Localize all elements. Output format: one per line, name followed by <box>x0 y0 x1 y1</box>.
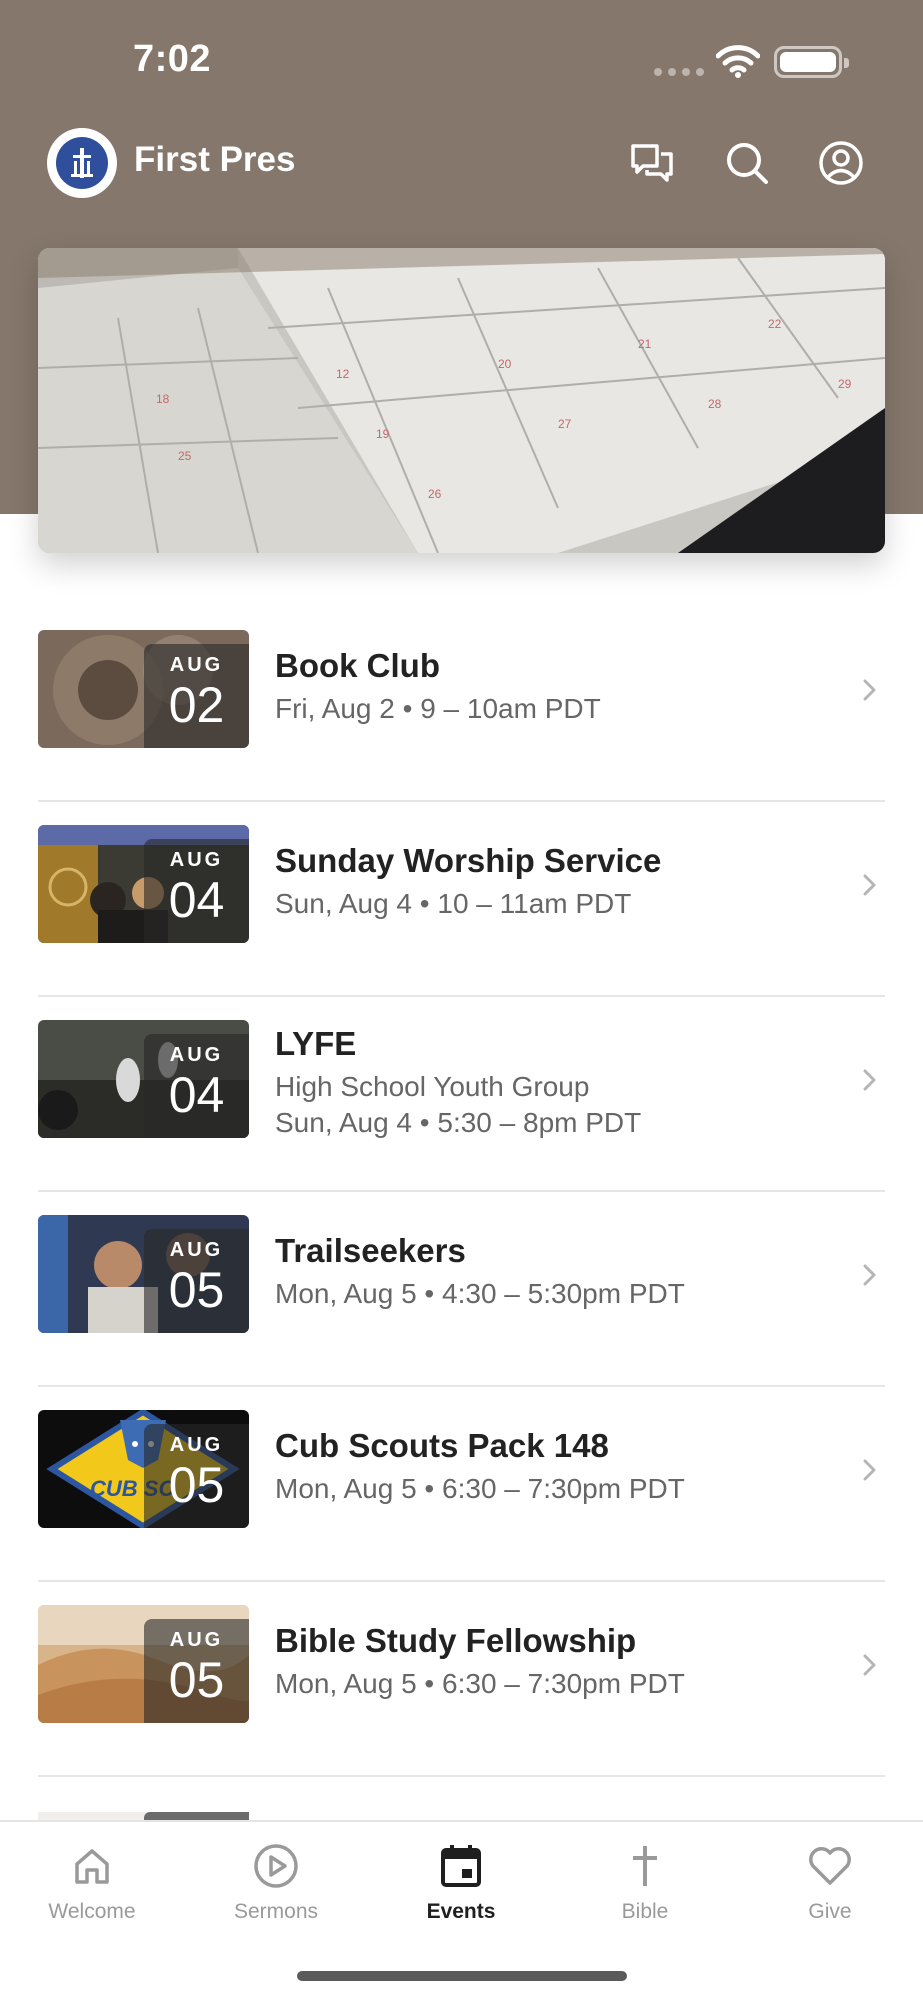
cross-icon <box>633 1846 657 1886</box>
svg-text:27: 27 <box>558 417 572 431</box>
svg-text:28: 28 <box>708 397 722 411</box>
calendar-planner-photo: 18 25 12 19 26 20 27 21 28 22 29 <box>38 248 885 553</box>
search-button[interactable] <box>722 138 772 188</box>
event-time: Mon, Aug 5 • 6:30 – 7:30pm PDT <box>275 1473 685 1504</box>
play-icon <box>254 1844 298 1888</box>
event-time: Fri, Aug 2 • 9 – 10am PDT <box>275 693 601 724</box>
chevron-right-icon <box>863 679 876 701</box>
svg-text:21: 21 <box>638 337 652 351</box>
signal-icon <box>654 68 704 76</box>
event-time: Sun, Aug 4 • 10 – 11am PDT <box>275 888 632 919</box>
event-time: Mon, Aug 5 • 6:30 – 7:30pm PDT <box>275 1668 685 1699</box>
event-title: Book Club <box>275 647 440 684</box>
date-badge: AUG 05 <box>144 1619 249 1723</box>
event-row[interactable]: AUG 04 Sunday Worship Service Sun, Aug 4… <box>38 802 885 997</box>
event-title: Trailseekers <box>275 1232 466 1269</box>
home-icon <box>75 1849 109 1884</box>
status-time: 7:02 <box>133 38 212 80</box>
messages-button[interactable] <box>627 138 677 188</box>
chevron-right-icon <box>863 1264 876 1286</box>
tab-give[interactable]: Give <box>755 1838 905 1924</box>
tab-events[interactable]: Events <box>386 1838 536 1924</box>
status-bar: 7:02 <box>0 0 923 120</box>
chevron-right-icon <box>863 1459 876 1481</box>
tab-welcome[interactable]: Welcome <box>17 1838 167 1924</box>
svg-text:29: 29 <box>838 377 852 391</box>
event-list: AUG 02 Book Club Fri, Aug 2 • 9 – 10am P… <box>38 607 885 1777</box>
event-thumbnail: AUG 02 <box>38 630 249 748</box>
event-thumbnail: AUG 05 <box>38 1215 249 1333</box>
date-badge: AUG 05 <box>144 1229 249 1333</box>
chevron-right-icon <box>863 1654 876 1676</box>
next-event-thumbnail-peek <box>38 1800 249 1820</box>
svg-text:25: 25 <box>178 449 192 463</box>
event-row[interactable]: AUG 05 Trailseekers Mon, Aug 5 • 4:30 – … <box>38 1192 885 1387</box>
event-thumbnail: CUB SC AUG 05 <box>38 1410 249 1528</box>
svg-text:26: 26 <box>428 487 442 501</box>
calendar-icon <box>441 1845 481 1887</box>
event-title: Cub Scouts Pack 148 <box>275 1427 609 1464</box>
event-title: Bible Study Fellowship <box>275 1622 637 1659</box>
event-thumbnail: AUG 04 <box>38 1020 249 1138</box>
wifi-icon <box>716 45 760 78</box>
event-row[interactable]: AUG 04 LYFE High School Youth Group Sun,… <box>38 997 885 1192</box>
event-time: Sun, Aug 4 • 5:30 – 8pm PDT <box>275 1107 642 1138</box>
svg-text:20: 20 <box>498 357 512 371</box>
event-thumbnail: AUG 05 <box>38 1605 249 1723</box>
search-icon <box>727 143 768 184</box>
church-seal-icon <box>71 148 93 178</box>
event-subtitle: High School Youth Group <box>275 1071 590 1102</box>
svg-text:22: 22 <box>768 317 782 331</box>
event-title: LYFE <box>275 1025 357 1062</box>
date-badge: AUG 02 <box>144 644 249 748</box>
svg-text:19: 19 <box>376 427 390 441</box>
event-row[interactable]: CUB SC AUG 05 Cub Scouts Pack 148 Mon, A… <box>38 1387 885 1582</box>
profile-button[interactable] <box>816 138 866 188</box>
date-badge: AUG 05 <box>144 1424 249 1528</box>
tab-sermons[interactable]: Sermons <box>201 1838 351 1924</box>
battery-icon <box>774 46 849 78</box>
church-logo <box>47 128 117 198</box>
app-title: First Pres <box>134 140 296 179</box>
svg-text:18: 18 <box>156 392 170 406</box>
chevron-right-icon <box>863 1069 876 1091</box>
event-row[interactable]: AUG 05 Bible Study Fellowship Mon, Aug 5… <box>38 1582 885 1777</box>
hero-banner-image[interactable]: 18 25 12 19 26 20 27 21 28 22 29 <box>38 248 885 553</box>
date-badge: AUG 04 <box>144 839 249 943</box>
chat-icon <box>631 144 673 182</box>
heart-icon <box>809 1847 851 1885</box>
chevron-right-icon <box>863 874 876 896</box>
user-circle-icon <box>819 141 863 185</box>
app-bar: First Pres <box>0 128 923 198</box>
event-thumbnail: AUG 04 <box>38 825 249 943</box>
tab-bible[interactable]: Bible <box>570 1838 720 1924</box>
date-badge: AUG 04 <box>144 1034 249 1138</box>
event-row[interactable]: AUG 02 Book Club Fri, Aug 2 • 9 – 10am P… <box>38 607 885 802</box>
svg-text:12: 12 <box>336 367 350 381</box>
event-time: Mon, Aug 5 • 4:30 – 5:30pm PDT <box>275 1278 685 1309</box>
home-indicator <box>297 1971 627 1981</box>
event-title: Sunday Worship Service <box>275 842 662 879</box>
